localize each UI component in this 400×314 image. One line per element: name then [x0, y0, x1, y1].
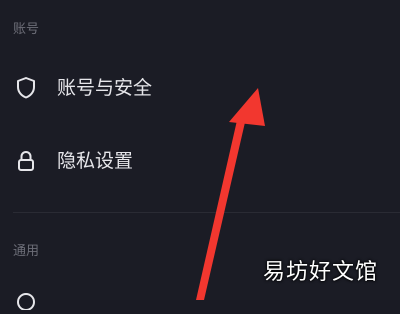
settings-item-account-security[interactable]: 账号与安全 [0, 60, 400, 116]
shield-icon [14, 76, 38, 100]
settings-item-label: 隐私设置 [57, 150, 134, 172]
settings-item-label: 账号与安全 [57, 77, 153, 99]
section-header-account: 账号 [13, 22, 40, 37]
settings-item-privacy[interactable]: 隐私设置 [0, 133, 400, 189]
watermark: 易坊好文馆 [262, 260, 378, 285]
partial-settings-icon[interactable] [14, 290, 38, 311]
section-divider [13, 212, 400, 213]
section-header-general: 通用 [13, 244, 40, 259]
lock-icon [14, 149, 38, 173]
settings-screen: 账号 账号与安全 隐私设置 通用 易坊好文馆 [0, 0, 400, 311]
